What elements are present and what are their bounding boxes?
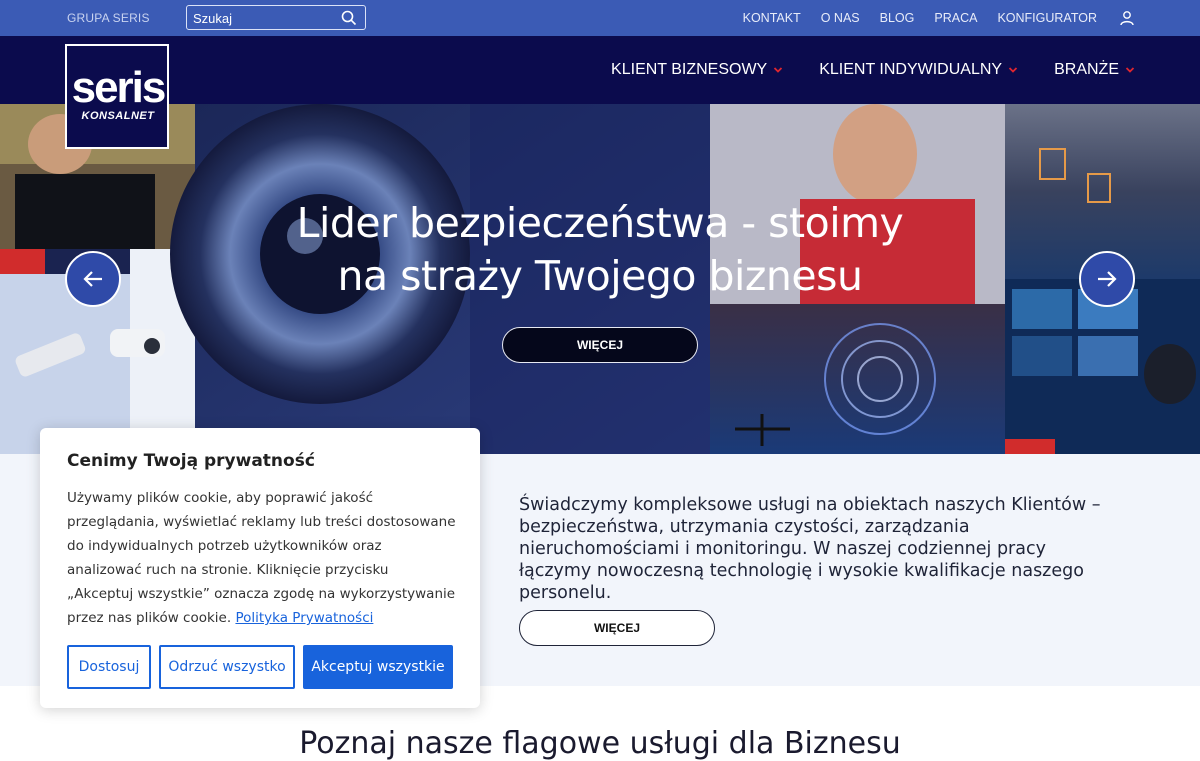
search-box[interactable] (186, 5, 366, 30)
intro-more-button[interactable]: WIĘCEJ (519, 610, 715, 646)
hero-more-button[interactable]: WIĘCEJ (502, 327, 698, 363)
slider-next-button[interactable] (1079, 251, 1135, 307)
top-link-o-nas[interactable]: O NAS (821, 11, 860, 25)
nav-item-label: KLIENT BIZNESOWY (611, 61, 768, 78)
cookie-body: Używamy plików cookie, aby poprawić jako… (67, 486, 457, 630)
nav-item-label: BRANŻE (1054, 61, 1119, 78)
group-brand-link[interactable]: GRUPA SERIS (67, 11, 150, 25)
search-input[interactable] (193, 9, 333, 27)
hero-title: Lider bezpieczeństwa - stoimy na straży … (250, 197, 950, 303)
main-nav: KLIENT BIZNESOWY KLIENT INDYWIDUALNY BRA… (611, 36, 1135, 104)
hero-title-line-2: na straży Twojego biznesu (337, 252, 863, 300)
top-link-konfigurator[interactable]: KONFIGURATOR (997, 11, 1097, 25)
slider-prev-button[interactable] (65, 251, 121, 307)
cookie-text: Używamy plików cookie, aby poprawić jako… (67, 490, 456, 626)
chevron-down-icon (1008, 67, 1018, 73)
top-links: KONTAKT O NAS BLOG PRACA KONFIGURATOR (743, 0, 1135, 36)
reject-all-button[interactable]: Odrzuć wszystko (159, 645, 295, 689)
arrow-left-icon (83, 271, 102, 287)
intro-text: Świadczymy kompleksowe usługi na obiekta… (519, 495, 1101, 603)
search-icon[interactable] (341, 10, 357, 26)
hero-slider: Lider bezpieczeństwa - stoimy na straży … (0, 104, 1200, 454)
logo-sub-text: KONSALNET (81, 110, 155, 122)
customize-button[interactable]: Dostosuj (67, 645, 151, 689)
nav-item-klient-indywidualny[interactable]: KLIENT INDYWIDUALNY (819, 61, 1018, 79)
nav-item-klient-biznesowy[interactable]: KLIENT BIZNESOWY (611, 61, 783, 79)
nav-item-label: KLIENT INDYWIDUALNY (819, 61, 1003, 78)
nav-item-branze[interactable]: BRANŻE (1054, 61, 1135, 79)
section-title: Poznaj nasze flagowe usługi dla Biznesu (299, 726, 901, 761)
top-bar: GRUPA SERIS KONTAKT O NAS BLOG PRACA KON… (0, 0, 1200, 36)
hero-title-line-1: Lider bezpieczeństwa - stoimy (296, 199, 904, 247)
privacy-policy-link[interactable]: Polityka Prywatności (235, 610, 373, 626)
top-link-kontakt[interactable]: KONTAKT (743, 11, 801, 25)
top-link-blog[interactable]: BLOG (880, 11, 915, 25)
user-icon[interactable] (1119, 10, 1135, 26)
cookie-consent-dialog: Cenimy Twoją prywatność Używamy plików c… (40, 428, 480, 708)
cookie-title: Cenimy Twoją prywatność (67, 451, 315, 471)
chevron-down-icon (774, 67, 783, 73)
chevron-down-icon (1125, 67, 1135, 73)
arrow-right-icon (1098, 271, 1117, 287)
seris-logo[interactable]: seris KONSALNET (65, 44, 169, 149)
accept-all-button[interactable]: Akceptuj wszystkie (303, 645, 453, 689)
logo-main-text: seris (71, 63, 167, 112)
top-link-praca[interactable]: PRACA (934, 11, 977, 25)
